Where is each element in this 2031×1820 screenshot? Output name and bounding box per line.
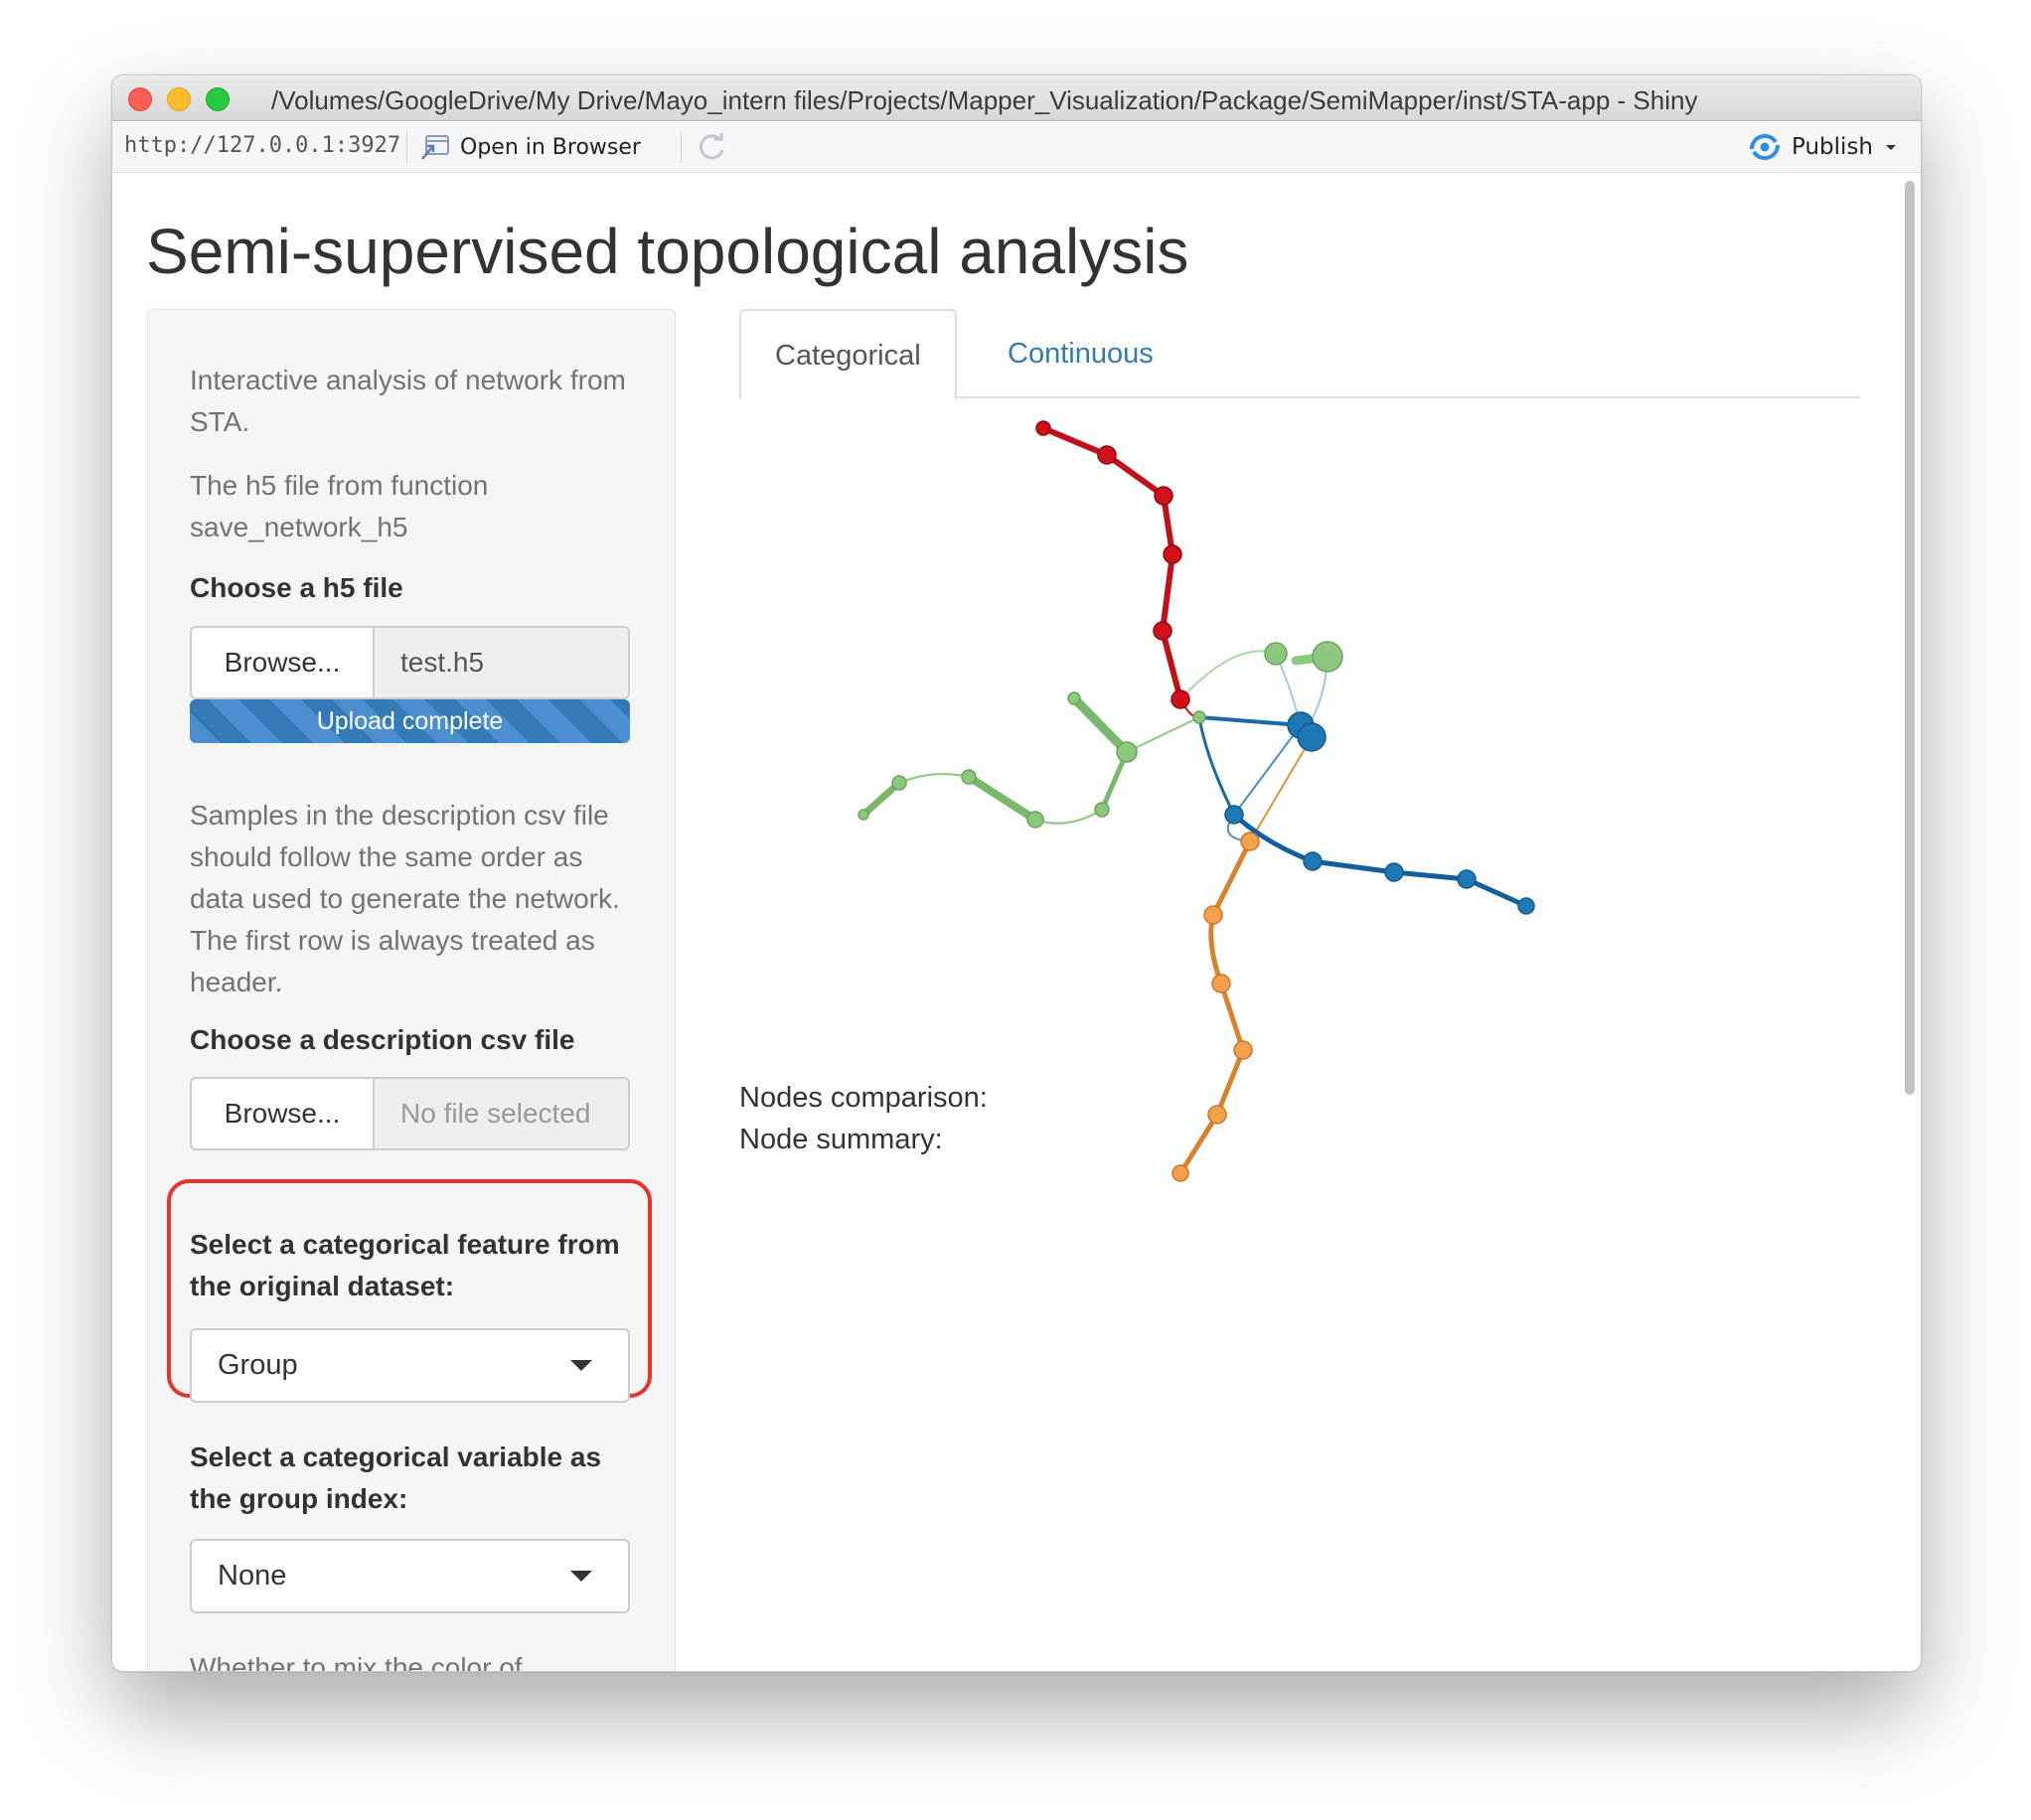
network-node-green[interactable] (1094, 802, 1110, 818)
minimize-window-button[interactable] (167, 87, 191, 111)
network-node-green[interactable] (1312, 641, 1343, 673)
feature-select-value: Group (218, 1349, 298, 1381)
h5-help-text: The h5 file from function save_network_h… (190, 470, 489, 542)
caret-down-icon (570, 1571, 592, 1582)
csv-file-placeholder: No file selected (375, 1077, 630, 1150)
h5-browse-button[interactable]: Browse... (190, 626, 375, 699)
network-node-green[interactable] (891, 775, 907, 791)
tab-continuous[interactable]: Continuous (974, 309, 1187, 398)
url-display: http://127.0.0.1:3927 (124, 133, 401, 158)
network-node-green[interactable] (1026, 811, 1044, 829)
page-title: Semi-supervised topological analysis (146, 216, 1189, 287)
h5-file-input[interactable]: Browse... test.h5 (190, 626, 630, 699)
publish-icon (1750, 133, 1781, 161)
network-node-blue[interactable] (1384, 862, 1404, 882)
toolbar-divider (406, 131, 407, 163)
node-summary-label: Node summary: (739, 1124, 943, 1155)
group-select-label: Select a categorical variable as the gro… (190, 1441, 602, 1514)
open-in-browser-label: Open in Browser (460, 134, 641, 160)
network-node-orange[interactable] (1203, 905, 1223, 925)
sidebar-panel: Interactive analysis of network from STA… (147, 309, 676, 1671)
network-node-blue[interactable] (1457, 869, 1477, 889)
csv-help-text: Samples in the description csv file shou… (190, 800, 620, 997)
network-node-blue[interactable] (1224, 805, 1244, 825)
network-node-blue[interactable] (1303, 851, 1323, 871)
h5-file-name: test.h5 (375, 626, 630, 699)
title-bar: /Volumes/GoogleDrive/My Drive/Mayo_inter… (112, 76, 1921, 121)
group-select[interactable]: None (190, 1539, 630, 1613)
network-node-green[interactable] (1067, 691, 1081, 705)
network-node-red[interactable] (1035, 420, 1051, 436)
network-node-green[interactable] (1264, 642, 1288, 666)
network-graph[interactable] (739, 401, 1860, 1196)
close-window-button[interactable] (128, 87, 152, 111)
nodes-comparison-label: Nodes comparison: (739, 1082, 988, 1114)
csv-file-label: Choose a description csv file (190, 1024, 575, 1055)
feature-select[interactable]: Group (190, 1328, 630, 1403)
mix-color-label: Whether to mix the color of (190, 1652, 523, 1671)
network-node-red[interactable] (1171, 689, 1190, 709)
network-node-orange[interactable] (1240, 832, 1260, 851)
open-in-browser-button[interactable]: Open in Browser (420, 129, 641, 165)
network-edges (859, 425, 1529, 1176)
network-node-red[interactable] (1163, 544, 1182, 564)
network-node-green[interactable] (858, 809, 869, 821)
toolbar-divider (681, 131, 682, 163)
vertical-scrollbar[interactable] (1905, 181, 1915, 1095)
viewer-toolbar: http://127.0.0.1:3927 Open in Browser Pu… (112, 121, 1921, 173)
h5-file-label: Choose a h5 file (190, 572, 403, 603)
tab-bar: Categorical Continuous (739, 309, 1860, 400)
csv-browse-button[interactable]: Browse... (190, 1077, 375, 1150)
maximize-window-button[interactable] (206, 87, 230, 111)
intro-text: Interactive analysis of network from STA… (190, 365, 626, 437)
network-node-blue[interactable] (1297, 722, 1327, 752)
tab-categorical[interactable]: Categorical (739, 309, 957, 400)
network-node-orange[interactable] (1233, 1040, 1253, 1060)
chevron-down-icon[interactable] (1883, 142, 1899, 152)
network-node-red[interactable] (1153, 621, 1172, 641)
upload-progress-bar: Upload complete (190, 699, 630, 743)
network-nodes (858, 420, 1535, 1182)
network-node-red[interactable] (1154, 486, 1173, 506)
upload-status: Upload complete (316, 707, 504, 735)
network-node-orange[interactable] (1211, 974, 1231, 993)
network-node-orange[interactable] (1207, 1105, 1227, 1125)
window-title: /Volumes/GoogleDrive/My Drive/Mayo_inter… (271, 85, 1698, 115)
feature-select-label: Select a categorical feature from the or… (190, 1229, 620, 1301)
group-select-value: None (218, 1560, 287, 1592)
network-node-green[interactable] (1192, 710, 1206, 724)
csv-file-input[interactable]: Browse... No file selected (190, 1077, 630, 1150)
publish-button[interactable]: Publish (1748, 129, 1899, 165)
publish-label: Publish (1792, 134, 1873, 160)
caret-down-icon (570, 1360, 592, 1371)
browser-window-icon (421, 135, 449, 160)
app-window: /Volumes/GoogleDrive/My Drive/Mayo_inter… (111, 75, 1922, 1672)
app-content: Semi-supervised topological analysis Int… (112, 173, 1921, 1671)
network-node-green[interactable] (1116, 741, 1138, 763)
network-node-green[interactable] (961, 769, 977, 785)
network-node-orange[interactable] (1172, 1164, 1189, 1182)
refresh-icon[interactable] (697, 131, 728, 163)
network-node-blue[interactable] (1517, 897, 1535, 915)
network-node-red[interactable] (1097, 445, 1117, 465)
